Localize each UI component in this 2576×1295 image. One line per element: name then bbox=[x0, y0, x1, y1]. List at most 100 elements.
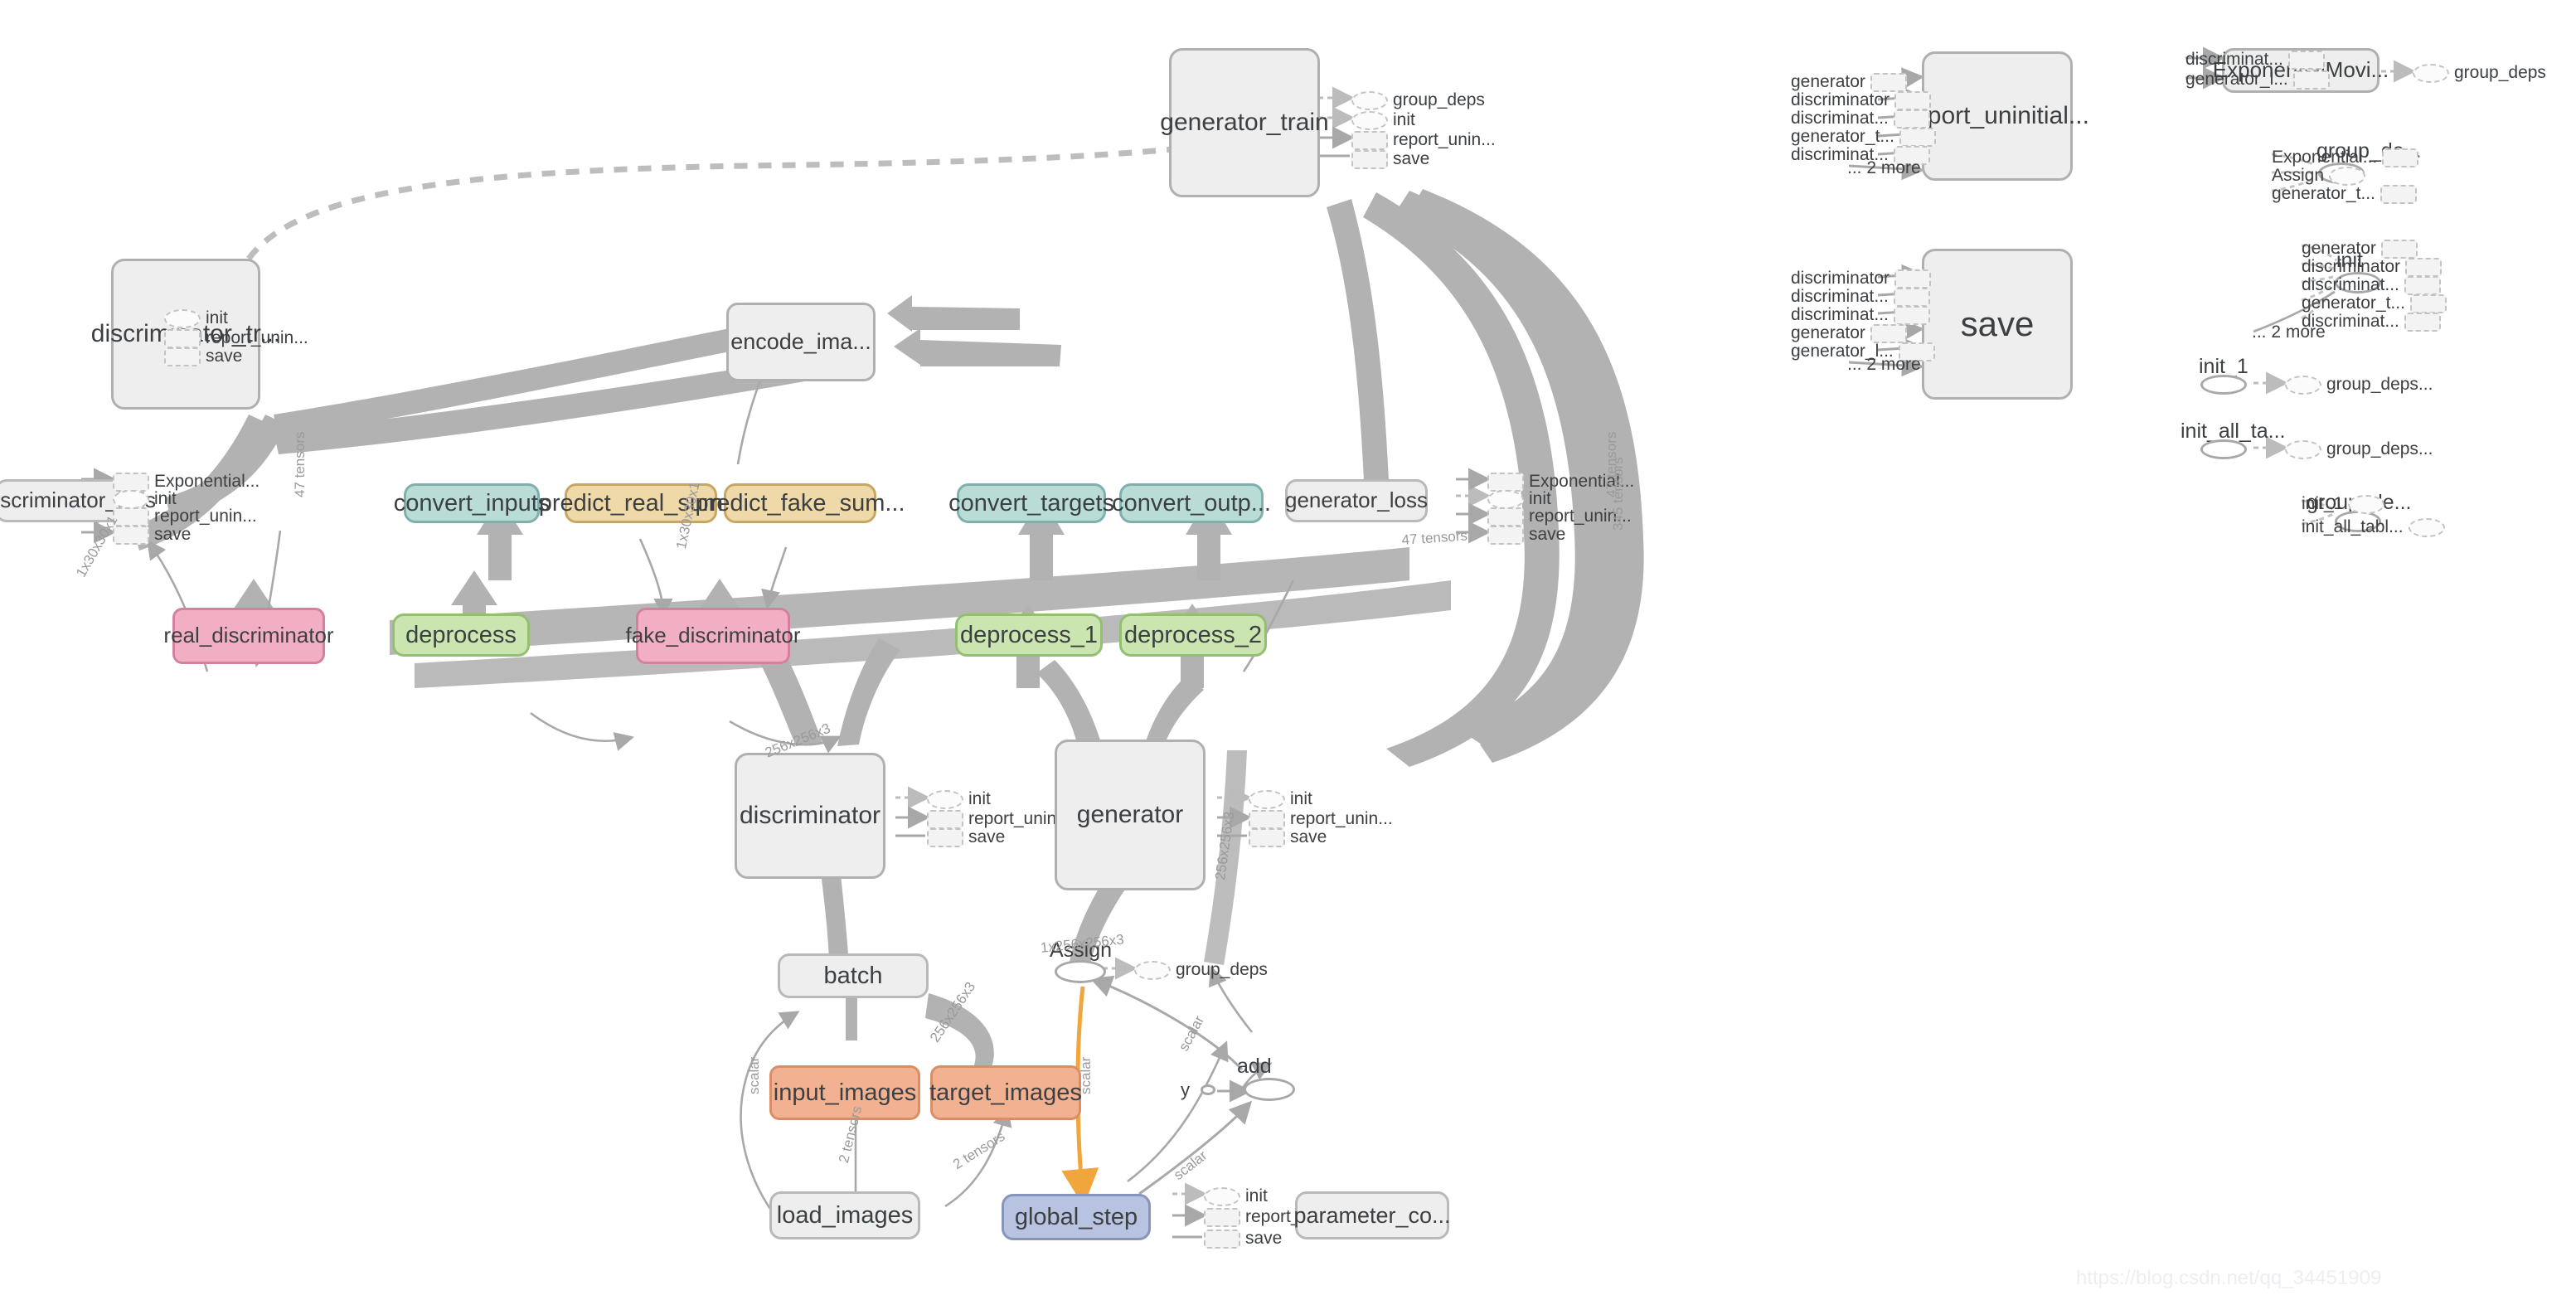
box-stub-icon bbox=[1204, 1207, 1240, 1227]
stub-save-input-discriminator-3[interactable]: discriminat... bbox=[1791, 305, 1930, 325]
box-stub-icon bbox=[1893, 305, 1930, 325]
graph-canvas[interactable]: generator_train group_deps init report_u… bbox=[0, 0, 2576, 1295]
stub-report-input-generator-t[interactable]: generator_t... bbox=[1791, 127, 1936, 147]
node-deprocess[interactable]: deprocess bbox=[392, 614, 530, 657]
stub-group-de2-input-init-1[interactable]: init_1 bbox=[2302, 494, 2385, 514]
ellipse-stub-icon bbox=[164, 308, 201, 328]
node-real-discriminator[interactable]: real_discriminator bbox=[163, 608, 334, 664]
box-stub-icon bbox=[2380, 239, 2418, 259]
stub-discriminator-train-init[interactable]: init bbox=[164, 308, 228, 328]
ellipse-stub-icon bbox=[2413, 63, 2449, 83]
node-discriminator[interactable]: discriminator bbox=[735, 753, 885, 879]
box-stub-icon bbox=[1894, 90, 1932, 110]
stub-generator-train-save[interactable]: save bbox=[1351, 149, 1429, 169]
stub-discriminator-report[interactable]: report_unin... bbox=[927, 809, 1071, 829]
stub-ema-input-generator-l[interactable]: generator_l... bbox=[2185, 70, 2330, 90]
node-add[interactable] bbox=[1244, 1078, 1295, 1101]
stub-ema-input-discriminat[interactable]: discriminat... bbox=[2185, 50, 2325, 70]
stub-discriminator-train-report[interactable]: report_unin... bbox=[164, 328, 308, 348]
ellipse-stub-icon bbox=[2285, 439, 2321, 459]
ellipse-stub-icon bbox=[2329, 166, 2366, 186]
stub-generator-report[interactable]: report_unin... bbox=[1249, 809, 1393, 829]
stub-report-input-generator[interactable]: generator bbox=[1791, 72, 1907, 92]
box-stub-icon bbox=[927, 809, 963, 829]
node-predict-fake-summary[interactable]: predict_fake_sum... bbox=[695, 483, 905, 523]
stub-save-input-generator[interactable]: generator bbox=[1791, 323, 1907, 343]
stub-save-input-discriminator-2[interactable]: discriminat... bbox=[1791, 287, 1930, 307]
node-input-images[interactable]: input_images bbox=[769, 1065, 920, 1120]
node-save[interactable]: save bbox=[1922, 249, 2073, 400]
stub-report-input-discriminator[interactable]: discriminator bbox=[1791, 90, 1932, 110]
node-init-1[interactable] bbox=[2200, 375, 2247, 395]
node-generator-loss[interactable]: generator_loss bbox=[1285, 479, 1428, 522]
box-stub-icon bbox=[2287, 50, 2325, 70]
label-y: y bbox=[1181, 1079, 1190, 1100]
node-deprocess-2[interactable]: deprocess_2 bbox=[1119, 614, 1267, 657]
stub-discriminator-init[interactable]: init bbox=[927, 789, 991, 809]
node-generator[interactable]: generator bbox=[1055, 740, 1206, 890]
box-stub-icon bbox=[2380, 184, 2417, 204]
stub-report-input-more: ... 2 more bbox=[1847, 158, 1921, 177]
node-convert-inputs[interactable]: convert_inputs bbox=[394, 483, 550, 523]
stub-init-all-tables-output-group-deps[interactable]: group_deps... bbox=[2285, 439, 2433, 459]
node-generator-train[interactable]: generator_train bbox=[1160, 48, 1329, 197]
stub-ema-output-group-deps[interactable]: group_deps bbox=[2413, 63, 2546, 83]
edge-label-scalar-assign: scalar bbox=[1078, 1056, 1094, 1094]
node-fake-discriminator[interactable]: fake_discriminator bbox=[626, 608, 801, 664]
box-stub-icon bbox=[1899, 127, 1936, 147]
box-stub-icon bbox=[164, 347, 201, 366]
stub-group-de-input-generator-t[interactable]: generator_t... bbox=[2272, 184, 2417, 204]
edge-label-47-tensors-left: 47 tensors bbox=[292, 431, 308, 497]
stub-init-input-discriminator[interactable]: discriminator bbox=[2302, 257, 2443, 277]
box-stub-icon bbox=[1894, 269, 1932, 289]
box-stub-icon bbox=[2404, 312, 2441, 332]
stub-generator-train-init[interactable]: init bbox=[1351, 110, 1415, 130]
stub-discriminator-loss-report[interactable]: report_unin... bbox=[113, 507, 257, 526]
box-stub-icon bbox=[1249, 827, 1285, 847]
box-stub-icon bbox=[2405, 257, 2443, 277]
edge-label-345-tensors: 345 tensors bbox=[1610, 457, 1626, 531]
box-stub-icon bbox=[1351, 130, 1388, 150]
stub-generator-train-group-deps[interactable]: group_deps bbox=[1351, 90, 1485, 110]
node-target-images[interactable]: target_images bbox=[929, 1065, 1082, 1120]
stub-discriminator-save[interactable]: save bbox=[927, 827, 1005, 847]
stub-discriminator-train-save[interactable]: save bbox=[164, 347, 242, 366]
box-stub-icon bbox=[1870, 323, 1907, 343]
node-convert-outputs[interactable]: convert_outp... bbox=[1112, 483, 1271, 523]
stub-init-1-output-group-deps[interactable]: group_deps... bbox=[2285, 375, 2433, 395]
stub-init-input-discriminat[interactable]: discriminat... bbox=[2302, 275, 2441, 295]
node-deprocess-1[interactable]: deprocess_1 bbox=[955, 614, 1103, 657]
node-assign[interactable] bbox=[1055, 960, 1106, 983]
node-global-step[interactable]: global_step bbox=[1002, 1194, 1151, 1240]
stub-global-step-save[interactable]: save bbox=[1204, 1229, 1282, 1249]
stub-init-input-generator-t[interactable]: generator_t... bbox=[2302, 293, 2447, 313]
stub-report-input-discriminator-2[interactable]: discriminat... bbox=[1791, 109, 1930, 129]
node-report-uninitialized[interactable]: report_uninitial... bbox=[1905, 51, 2089, 181]
box-stub-icon bbox=[1893, 109, 1930, 129]
node-load-images[interactable]: load_images bbox=[769, 1191, 920, 1239]
node-y-constant[interactable] bbox=[1201, 1084, 1215, 1095]
box-stub-icon bbox=[1893, 287, 1930, 307]
stub-init-input-more: ... 2 more bbox=[2252, 323, 2326, 342]
node-convert-targets[interactable]: convert_targets bbox=[948, 483, 1114, 523]
box-stub-icon bbox=[2409, 293, 2447, 313]
node-parameter-count[interactable]: parameter_co... bbox=[1293, 1191, 1451, 1239]
node-batch[interactable]: batch bbox=[778, 953, 929, 998]
ellipse-stub-icon bbox=[2408, 517, 2445, 537]
stub-global-step-init[interactable]: init bbox=[1204, 1186, 1268, 1206]
stub-generator-save[interactable]: save bbox=[1249, 827, 1327, 847]
node-encode-images[interactable]: encode_ima... bbox=[726, 303, 876, 381]
stub-group-de-input-assign[interactable]: Assign bbox=[2272, 166, 2366, 186]
edge-label-scalar-load: scalar bbox=[746, 1056, 762, 1094]
box-stub-icon bbox=[1351, 149, 1388, 169]
stub-generator-init[interactable]: init bbox=[1249, 789, 1312, 809]
node-init-all-tables[interactable] bbox=[2200, 439, 2247, 459]
stub-group-de2-input-init-all-tabl[interactable]: init_all_tabl... bbox=[2302, 517, 2445, 537]
stub-init-input-generator[interactable]: generator bbox=[2302, 239, 2418, 259]
stub-discriminator-loss-save[interactable]: save bbox=[113, 525, 191, 545]
stub-group-de-input-exponential[interactable]: Exponential... bbox=[2272, 148, 2419, 167]
stub-generator-train-report[interactable]: report_unin... bbox=[1351, 130, 1496, 150]
stub-save-input-discriminator[interactable]: discriminator bbox=[1791, 269, 1932, 289]
stub-assign-group-deps[interactable]: group_deps bbox=[1134, 960, 1268, 980]
stub-generator-loss-save[interactable]: save bbox=[1487, 525, 1565, 545]
